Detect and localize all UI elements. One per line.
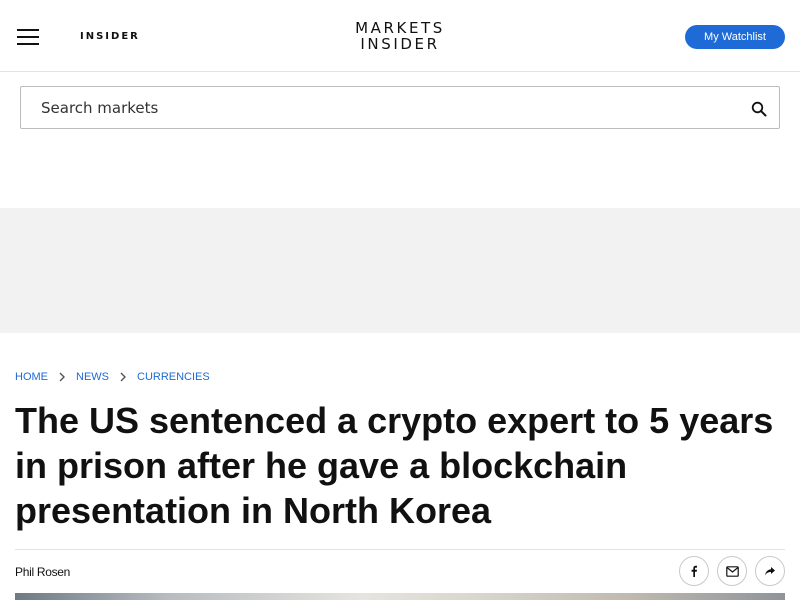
breadcrumb: HOME NEWS CURRENCIES <box>15 370 210 384</box>
article-hero-image <box>15 593 785 600</box>
breadcrumb-home[interactable]: HOME <box>15 371 48 383</box>
search-input[interactable] <box>41 87 741 128</box>
advertisement-placeholder <box>0 208 800 333</box>
markets-insider-logo[interactable]: MARKETS INSIDER <box>340 20 460 52</box>
breadcrumb-currencies[interactable]: CURRENCIES <box>137 371 210 383</box>
logo-line-markets: MARKETS <box>355 19 445 37</box>
logo-line-insider: INSIDER <box>360 35 440 53</box>
share-icon <box>765 566 775 575</box>
chevron-right-icon <box>59 372 65 382</box>
facebook-share-button[interactable] <box>679 556 709 586</box>
hamburger-menu-icon[interactable] <box>17 29 39 45</box>
insider-logo[interactable]: INSIDER <box>80 31 140 42</box>
email-icon <box>725 565 739 577</box>
my-watchlist-button[interactable]: My Watchlist <box>685 25 785 49</box>
facebook-icon <box>691 565 697 577</box>
breadcrumb-news[interactable]: NEWS <box>76 371 109 383</box>
chevron-right-icon <box>120 372 126 382</box>
share-more-button[interactable] <box>755 556 785 586</box>
byline-row: Phil Rosen <box>15 549 785 594</box>
author-name[interactable]: Phil Rosen <box>15 565 70 579</box>
site-header: INSIDER MARKETS INSIDER My Watchlist <box>0 0 800 72</box>
article-title: The US sentenced a crypto expert to 5 ye… <box>15 400 774 531</box>
search-icon[interactable] <box>751 101 767 117</box>
search-bar <box>20 86 780 129</box>
email-share-button[interactable] <box>717 556 747 586</box>
